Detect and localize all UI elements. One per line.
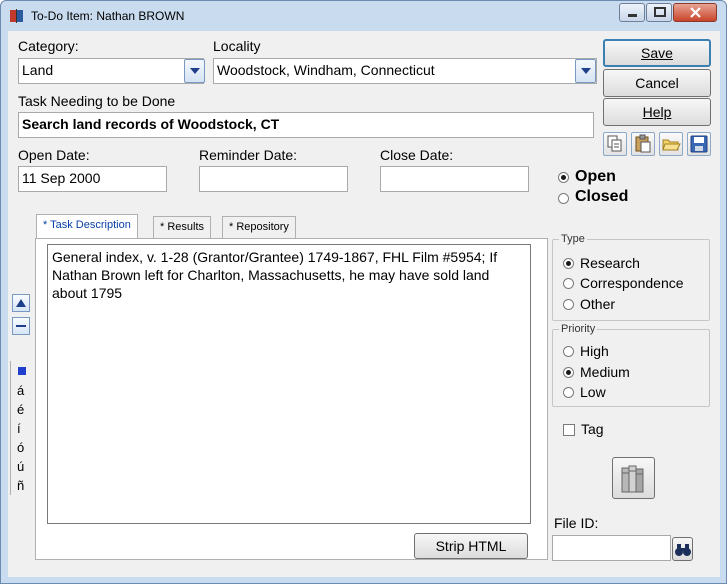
status-open-label: Open <box>575 168 616 185</box>
tab-results-label: * Results <box>160 221 205 233</box>
cancel-button[interactable]: Cancel <box>603 69 711 97</box>
type-group: Type Research Correspondence Other <box>552 233 710 321</box>
reminder-date-input[interactable] <box>199 166 348 192</box>
open-date-input[interactable]: 11 Sep 2000 <box>18 166 167 192</box>
priority-high-label: High <box>580 343 609 359</box>
save-button[interactable]: Save <box>603 39 711 67</box>
binoculars-icon <box>674 544 691 556</box>
char-i-acute[interactable]: í <box>17 421 21 436</box>
tab-repository[interactable]: * Repository <box>222 216 296 238</box>
tag-checkbox[interactable] <box>563 424 575 436</box>
tab-results[interactable]: * Results <box>153 216 212 238</box>
open-date-label: Open Date: <box>18 147 90 163</box>
char-n-tilde[interactable]: ñ <box>17 478 24 493</box>
priority-group: Priority High Medium Low <box>552 323 710 407</box>
minimize-button[interactable] <box>619 3 645 22</box>
file-id-input[interactable] <box>552 535 671 561</box>
save-disk-icon <box>690 135 708 153</box>
chevron-down-icon <box>581 68 591 74</box>
tab-task-description[interactable]: * Task Description <box>36 214 138 239</box>
minus-icon <box>16 325 26 327</box>
todo-window: To-Do Item: Nathan BROWN Category: Land … <box>0 0 727 584</box>
paste-button[interactable] <box>631 132 655 156</box>
close-button[interactable] <box>673 3 717 22</box>
close-icon <box>690 7 701 18</box>
close-date-label: Close Date: <box>380 147 454 163</box>
title-bar[interactable]: To-Do Item: Nathan BROWN <box>1 1 726 31</box>
increase-font-button[interactable] <box>12 294 30 312</box>
status-closed-label: Closed <box>575 188 629 205</box>
save-button-label: Save <box>641 45 673 61</box>
minimize-icon <box>628 14 637 17</box>
open-folder-button[interactable] <box>659 132 683 156</box>
save-disk-button[interactable] <box>687 132 711 156</box>
app-icon <box>9 8 25 24</box>
decrease-font-button[interactable] <box>12 317 30 335</box>
type-group-title: Type <box>559 233 587 245</box>
help-button-label: Help <box>642 104 672 120</box>
category-label: Category: <box>18 38 79 54</box>
type-other-radio[interactable] <box>563 299 574 310</box>
special-characters-bar: á é í ó ú ñ <box>10 361 32 495</box>
file-id-label: File ID: <box>554 515 599 531</box>
tab-repository-label: * Repository <box>229 221 289 233</box>
locality-select[interactable]: Woodstock, Windham, Connecticut <box>213 58 597 84</box>
priority-medium-radio[interactable] <box>563 367 574 378</box>
char-e-acute[interactable]: é <box>17 402 24 417</box>
repository-button[interactable] <box>612 457 655 499</box>
close-date-input[interactable] <box>380 166 529 192</box>
locality-dropdown-button[interactable] <box>575 59 596 83</box>
tag-label: Tag <box>581 421 604 437</box>
copy-icon <box>607 135 622 152</box>
priority-group-title: Priority <box>559 323 598 335</box>
maximize-icon <box>654 7 666 17</box>
char-o-acute[interactable]: ó <box>17 440 24 455</box>
chevron-down-icon <box>190 68 200 74</box>
status-open-radio[interactable] <box>558 172 569 183</box>
priority-low-label: Low <box>580 384 606 400</box>
char-a-acute[interactable]: á <box>17 383 24 398</box>
locality-label: Locality <box>213 38 261 54</box>
books-icon <box>621 465 643 493</box>
category-select[interactable]: Land <box>18 58 204 84</box>
type-other-label: Other <box>580 296 616 312</box>
open-folder-icon <box>662 139 681 151</box>
category-dropdown-button[interactable] <box>184 59 205 83</box>
triangle-up-icon <box>16 299 26 307</box>
tab-task-description-label: * Task Description <box>43 219 131 231</box>
strip-html-button[interactable]: Strip HTML <box>414 533 528 559</box>
dialog-body: Category: Land Locality Woodstock, Windh… <box>8 31 720 577</box>
cancel-button-label: Cancel <box>635 75 679 91</box>
type-research-radio[interactable] <box>563 258 574 269</box>
maximize-button[interactable] <box>646 3 672 22</box>
char-u-acute[interactable]: ú <box>17 459 24 474</box>
type-correspondence-radio[interactable] <box>563 278 574 289</box>
paste-icon <box>635 134 651 153</box>
type-correspondence-label: Correspondence <box>580 275 684 291</box>
status-closed-radio[interactable] <box>558 193 569 204</box>
priority-high-radio[interactable] <box>563 346 574 357</box>
square-icon <box>18 367 26 375</box>
window-title: To-Do Item: Nathan BROWN <box>31 9 185 23</box>
priority-medium-label: Medium <box>580 364 630 380</box>
type-research-label: Research <box>580 255 640 271</box>
help-button[interactable]: Help <box>603 98 711 126</box>
file-id-search-button[interactable] <box>672 537 693 561</box>
priority-low-radio[interactable] <box>563 387 574 398</box>
strip-html-button-label: Strip HTML <box>435 538 507 554</box>
task-input[interactable]: Search land records of Woodstock, CT <box>18 112 594 138</box>
task-label: Task Needing to be Done <box>18 93 176 109</box>
reminder-date-label: Reminder Date: <box>199 147 298 163</box>
copy-button[interactable] <box>603 132 627 156</box>
task-description-textarea[interactable]: General index, v. 1-28 (Grantor/Grantee)… <box>47 244 531 524</box>
